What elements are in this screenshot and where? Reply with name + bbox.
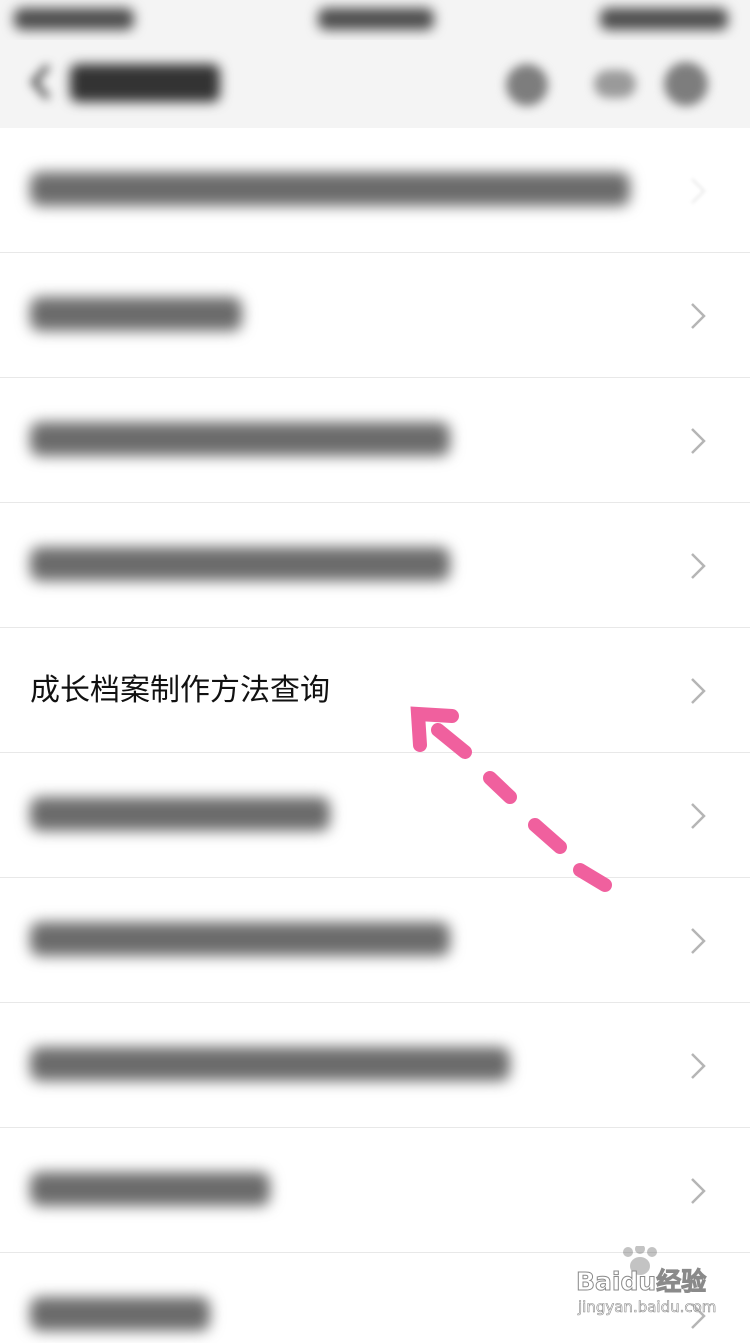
close-icon[interactable] bbox=[664, 62, 708, 106]
list-item-label-blurred bbox=[30, 297, 242, 331]
list-item-label-blurred bbox=[30, 1297, 210, 1331]
chevron-right-icon bbox=[686, 551, 710, 581]
list-item[interactable] bbox=[0, 1253, 750, 1343]
list-item-label-blurred bbox=[30, 922, 450, 956]
status-bar bbox=[0, 0, 750, 40]
history-list: 成长档案制作方法查询 bbox=[0, 128, 750, 1343]
chevron-right-icon bbox=[686, 801, 710, 831]
chevron-right-icon bbox=[686, 926, 710, 956]
back-icon[interactable] bbox=[30, 62, 52, 102]
list-item-label: 成长档案制作方法查询 bbox=[30, 673, 330, 708]
page-title-blurred bbox=[70, 64, 220, 102]
list-item[interactable] bbox=[0, 753, 750, 878]
more-menu-icon[interactable] bbox=[594, 70, 636, 98]
chevron-right-icon bbox=[686, 1301, 710, 1331]
list-item[interactable] bbox=[0, 503, 750, 628]
list-item[interactable] bbox=[0, 378, 750, 503]
status-carrier-blurred bbox=[14, 8, 134, 30]
list-item[interactable] bbox=[0, 253, 750, 378]
list-item[interactable] bbox=[0, 1128, 750, 1253]
chevron-right-icon bbox=[686, 676, 710, 706]
header-action-icon[interactable] bbox=[506, 64, 548, 106]
chevron-right-icon bbox=[686, 1051, 710, 1081]
list-item-label-blurred bbox=[30, 1047, 510, 1081]
chevron-right-icon bbox=[686, 1176, 710, 1206]
list-item[interactable] bbox=[0, 1003, 750, 1128]
list-item[interactable] bbox=[0, 878, 750, 1003]
status-battery-blurred bbox=[600, 8, 728, 30]
list-item-highlighted[interactable]: 成长档案制作方法查询 bbox=[0, 628, 750, 753]
list-item-label-blurred bbox=[30, 172, 630, 206]
list-item-label-blurred bbox=[30, 547, 450, 581]
list-item[interactable] bbox=[0, 128, 750, 253]
chevron-right-icon bbox=[686, 301, 710, 331]
nav-header bbox=[0, 40, 750, 129]
list-item-label-blurred bbox=[30, 797, 330, 831]
chevron-right-icon bbox=[686, 176, 710, 206]
status-time-blurred bbox=[318, 8, 434, 30]
chevron-right-icon bbox=[686, 426, 710, 456]
list-item-label-blurred bbox=[30, 422, 450, 456]
list-item-label-blurred bbox=[30, 1172, 270, 1206]
